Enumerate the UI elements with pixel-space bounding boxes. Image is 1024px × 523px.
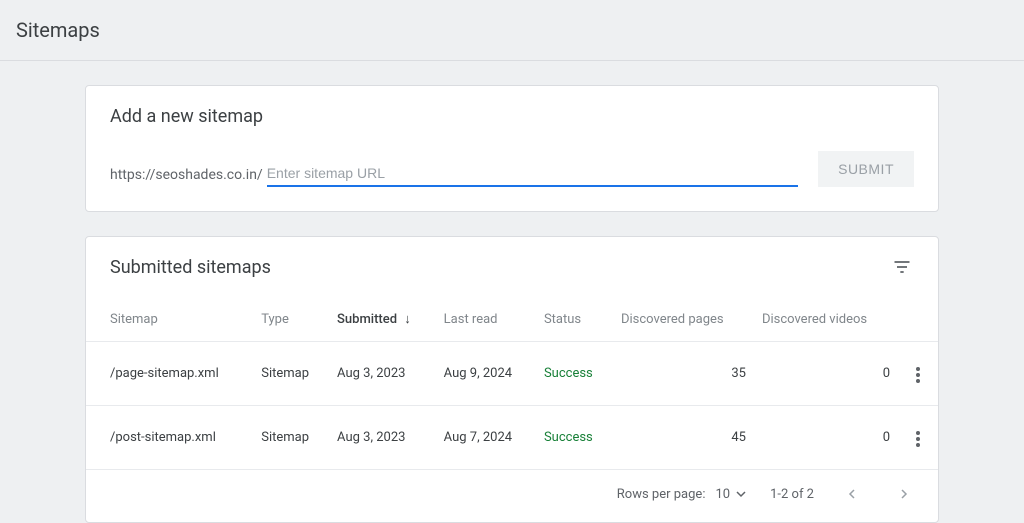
add-sitemap-row: https://seoshades.co.in/ SUBMIT [110, 151, 914, 187]
col-header-discovered-pages[interactable]: Discovered pages [613, 297, 754, 342]
next-page-button[interactable] [890, 480, 918, 508]
col-header-sitemap[interactable]: Sitemap [86, 297, 253, 342]
cell-submitted: Aug 3, 2023 [329, 406, 436, 470]
page-header: Sitemaps [0, 0, 1024, 61]
cell-status: Success [536, 342, 613, 406]
chevron-right-icon [899, 489, 909, 499]
col-header-type[interactable]: Type [253, 297, 329, 342]
col-header-discovered-videos[interactable]: Discovered videos [754, 297, 898, 342]
cell-submitted: Aug 3, 2023 [329, 342, 436, 406]
page-range: 1-2 of 2 [770, 487, 814, 502]
sitemap-url-input[interactable] [267, 161, 798, 187]
cell-actions [898, 406, 938, 470]
table-header-row: Sitemap Type Submitted ↓ Last read Statu… [86, 297, 938, 342]
status-badge: Success [544, 430, 593, 445]
cell-discovered-pages: 35 [613, 342, 754, 406]
add-sitemap-card: Add a new sitemap https://seoshades.co.i… [85, 85, 939, 212]
sitemap-url-input-wrap [267, 161, 798, 187]
sort-descending-icon: ↓ [404, 311, 411, 327]
table-row[interactable]: /post-sitemap.xml Sitemap Aug 3, 2023 Au… [86, 406, 938, 470]
submitted-sitemaps-title: Submitted sitemaps [110, 257, 271, 278]
table-row[interactable]: /page-sitemap.xml Sitemap Aug 3, 2023 Au… [86, 342, 938, 406]
cell-last-read: Aug 7, 2024 [436, 406, 536, 470]
col-header-last-read[interactable]: Last read [436, 297, 536, 342]
col-header-submitted-label: Submitted [337, 312, 397, 327]
submitted-sitemaps-card: Submitted sitemaps Sitemap Type Submitte… [85, 236, 939, 523]
cell-type: Sitemap [253, 342, 329, 406]
list-header: Submitted sitemaps [86, 237, 938, 297]
col-header-actions [898, 297, 938, 342]
prev-page-button[interactable] [838, 480, 866, 508]
col-header-submitted[interactable]: Submitted ↓ [329, 297, 436, 342]
cell-discovered-videos: 0 [754, 342, 898, 406]
sitemaps-table: Sitemap Type Submitted ↓ Last read Statu… [86, 297, 938, 469]
rows-per-page-value: 10 [715, 487, 730, 502]
cell-sitemap: /post-sitemap.xml [86, 406, 253, 470]
chevron-left-icon [847, 489, 857, 499]
submit-button[interactable]: SUBMIT [818, 151, 914, 187]
filter-icon[interactable] [890, 255, 914, 279]
cell-actions [898, 342, 938, 406]
row-menu-icon[interactable] [912, 427, 924, 451]
rows-per-page: Rows per page: 10 [617, 487, 746, 502]
add-sitemap-title: Add a new sitemap [110, 106, 914, 127]
cell-sitemap: /page-sitemap.xml [86, 342, 253, 406]
page-title: Sitemaps [16, 18, 1008, 42]
rows-per-page-label: Rows per page: [617, 487, 706, 502]
row-menu-icon[interactable] [912, 363, 924, 387]
chevron-down-icon [736, 489, 746, 499]
table-pager: Rows per page: 10 1-2 of 2 [86, 469, 938, 522]
cell-discovered-pages: 45 [613, 406, 754, 470]
status-badge: Success [544, 366, 593, 381]
cell-discovered-videos: 0 [754, 406, 898, 470]
cell-last-read: Aug 9, 2024 [436, 342, 536, 406]
col-header-status[interactable]: Status [536, 297, 613, 342]
url-prefix: https://seoshades.co.in/ [110, 167, 263, 187]
cell-type: Sitemap [253, 406, 329, 470]
cell-status: Success [536, 406, 613, 470]
rows-per-page-select[interactable]: 10 [715, 487, 746, 502]
content-area: Add a new sitemap https://seoshades.co.i… [0, 61, 1024, 523]
